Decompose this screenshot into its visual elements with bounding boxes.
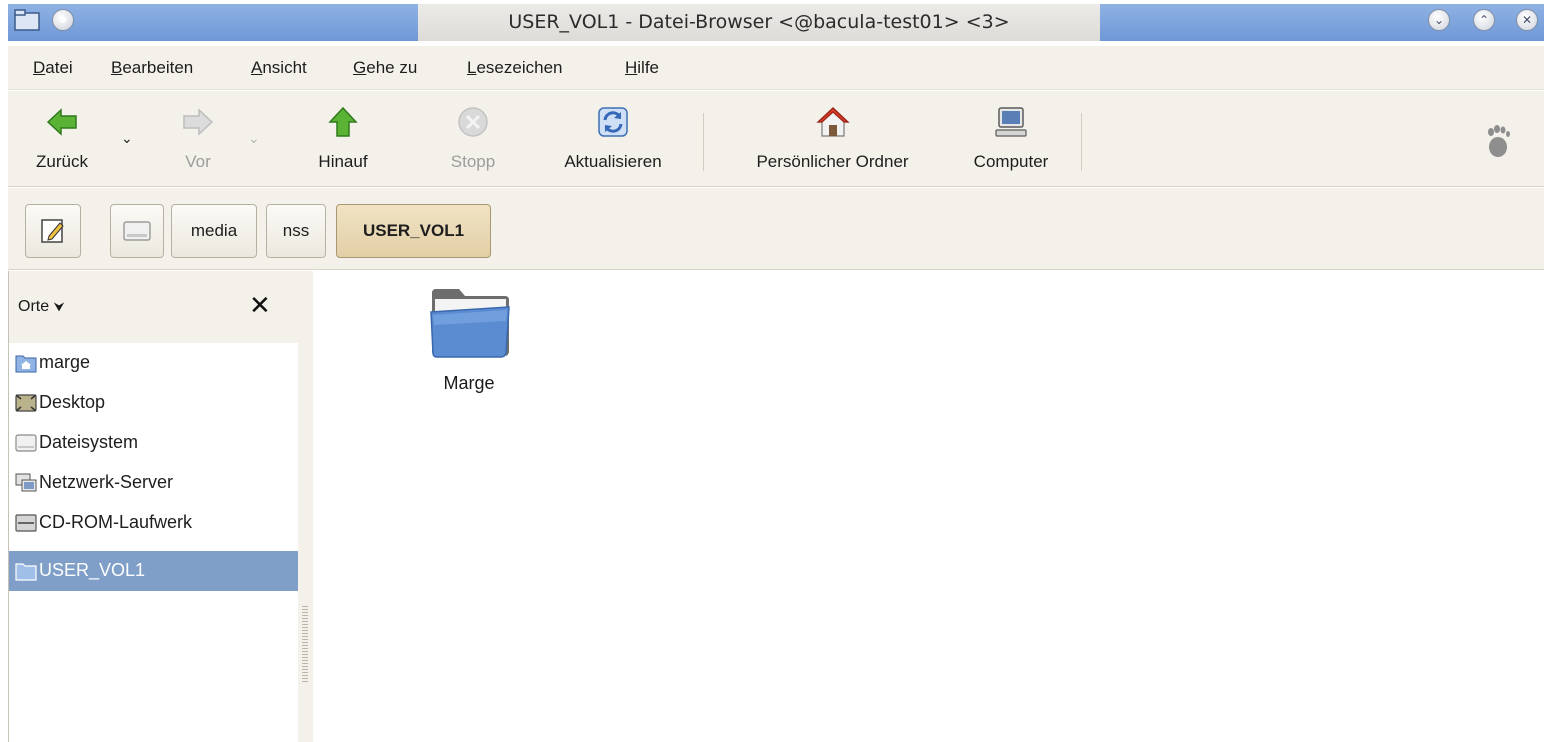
drive-icon <box>15 434 37 452</box>
refresh-icon <box>598 107 628 137</box>
toolbar-separator <box>1081 113 1082 171</box>
sidebar-item-label: Dateisystem <box>39 432 139 452</box>
close-icon: ✕ <box>249 291 271 321</box>
sidebar: Orte ⮟ ✕ marge Desktop Dateisystem Netzw… <box>8 271 299 742</box>
file-item-marge[interactable]: Marge <box>413 283 525 393</box>
sidebar-item-cd-rom-laufwerk[interactable]: CD-ROM-Laufwerk <box>9 503 299 543</box>
sidebar-item-label: Desktop <box>39 392 106 412</box>
sidebar-item-marge[interactable]: marge <box>9 343 299 383</box>
sidebar-item-netzwerk-server[interactable]: Netzwerk-Server <box>9 463 299 503</box>
close-window-button[interactable]: ✕ <box>1516 9 1538 31</box>
up-button[interactable]: Hinauf <box>303 91 383 187</box>
close-icon: ✕ <box>1521 13 1533 27</box>
computer-label: Computer <box>973 152 1049 171</box>
location-bar: media nss USER_VOL1 <box>8 188 1544 270</box>
minimize-button[interactable]: ⌄ <box>1428 9 1450 31</box>
up-arrow-icon <box>328 106 358 137</box>
cdrom-icon <box>15 514 37 532</box>
window-title: USER_VOL1 - Datei-Browser <@bacula-test0… <box>508 11 1010 33</box>
forward-arrow-icon <box>183 108 214 136</box>
forward-history-dropdown[interactable]: ⌄ <box>248 131 260 147</box>
menu-datei[interactable]: Datei <box>33 58 73 78</box>
menu-hilfe[interactable]: Hilfe <box>625 58 659 78</box>
sidebar-type-selector[interactable]: Orte ⮟ <box>18 298 65 316</box>
back-arrow-icon <box>46 108 77 136</box>
title-bar: USER_VOL1 - Datei-Browser <@bacula-test0… <box>0 0 1544 43</box>
chevron-down-icon: ⮟ <box>53 299 65 314</box>
chevron-down-icon: ⌄ <box>1433 13 1445 27</box>
toggle-location-entry-button[interactable] <box>25 204 81 258</box>
sidebar-item-label: Netzwerk-Server <box>39 472 174 492</box>
folder-icon <box>15 563 37 581</box>
window-menu-button[interactable] <box>52 9 74 31</box>
window-icon[interactable] <box>14 9 40 31</box>
reload-label: Aktualisieren <box>564 152 662 171</box>
sidebar-close-button[interactable]: ✕ <box>249 291 271 321</box>
home-label: Persönlicher Ordner <box>756 152 909 171</box>
drive-icon <box>123 221 151 241</box>
sidebar-item-dateisystem[interactable]: Dateisystem <box>9 423 299 463</box>
computer-icon <box>995 107 1027 137</box>
forward-button[interactable]: Vor <box>163 91 233 187</box>
menu-gehe-zu[interactable]: Gehe zu <box>353 58 417 78</box>
back-history-dropdown[interactable]: ⌄ <box>121 131 133 147</box>
stop-button[interactable]: Stopp <box>433 91 513 187</box>
sidebar-item-desktop[interactable]: Desktop <box>9 383 299 423</box>
folder-icon <box>430 289 510 358</box>
network-server-icon <box>15 473 37 492</box>
file-view[interactable]: Marge <box>313 271 1544 742</box>
path-button-root[interactable] <box>110 204 164 258</box>
chevron-up-icon: ⌃ <box>1478 13 1490 27</box>
file-name: Marge <box>443 373 495 393</box>
computer-button[interactable]: Computer <box>956 91 1066 187</box>
toolbar-separator <box>703 113 704 171</box>
toolbar: Zurück ⌄ Vor ⌄ Hinauf Stopp Aktualisiere… <box>8 91 1544 187</box>
stop-label: Stopp <box>450 152 496 171</box>
edit-icon <box>41 219 64 243</box>
sidebar-title: Orte <box>18 298 50 315</box>
sidebar-item-label: CD-ROM-Laufwerk <box>39 512 193 532</box>
back-label: Zurück <box>36 152 88 171</box>
up-label: Hinauf <box>318 152 368 171</box>
forward-label: Vor <box>185 152 211 171</box>
home-button[interactable]: Persönlicher Ordner <box>720 91 945 187</box>
path-button-user-vol1[interactable]: USER_VOL1 <box>336 204 491 258</box>
path-button-nss[interactable]: nss <box>266 204 326 258</box>
sidebar-item-label: marge <box>39 352 91 372</box>
stop-icon <box>458 107 488 137</box>
desktop-icon <box>15 394 37 412</box>
reload-button[interactable]: Aktualisieren <box>538 91 688 187</box>
gnome-foot-icon <box>1488 125 1510 157</box>
menu-lesezeichen[interactable]: Lesezeichen <box>467 58 562 78</box>
path-button-media[interactable]: media <box>171 204 257 258</box>
splitter-grip[interactable] <box>302 606 308 682</box>
sidebar-item-user-vol1[interactable]: USER_VOL1 <box>9 551 299 591</box>
back-button[interactable]: Zurück <box>20 91 104 187</box>
home-icon <box>815 107 850 137</box>
sidebar-header: Orte ⮟ ✕ <box>9 271 299 343</box>
menu-bar: Datei Bearbeiten Ansicht Gehe zu Lesezei… <box>8 46 1544 90</box>
menu-bearbeiten[interactable]: Bearbeiten <box>111 58 193 78</box>
sidebar-item-label: USER_VOL1 <box>39 560 146 580</box>
maximize-button[interactable]: ⌃ <box>1473 9 1495 31</box>
pane-splitter[interactable] <box>298 271 313 742</box>
home-folder-icon <box>15 355 37 373</box>
menu-ansicht[interactable]: Ansicht <box>251 58 307 78</box>
